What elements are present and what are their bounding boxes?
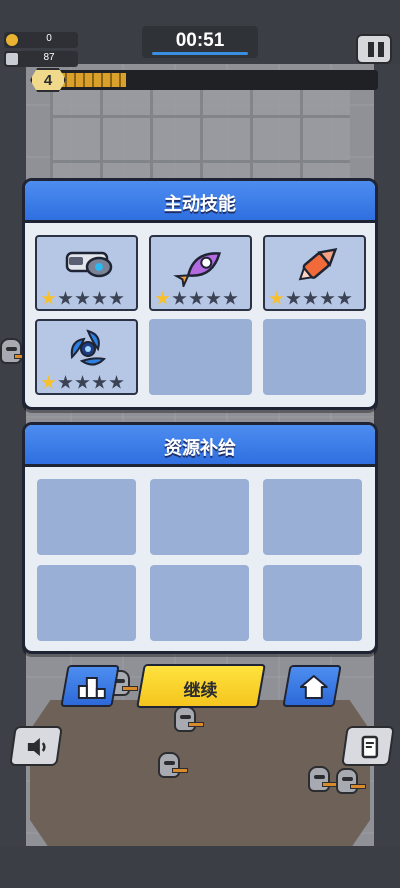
drone-gun-icon [37, 243, 136, 287]
star-filled-icon [41, 375, 56, 389]
star-filled-icon [41, 291, 56, 305]
sound-toggle-button[interactable] [9, 726, 63, 766]
speaker-icon [27, 738, 46, 756]
enemy-sprite [174, 706, 204, 732]
star-empty-icon [75, 375, 90, 389]
xp-bar-fill [58, 73, 126, 87]
bottom-band [0, 846, 400, 888]
home-icon [299, 675, 328, 699]
skill-slot[interactable] [263, 235, 366, 311]
empty-supply-slot [150, 479, 249, 555]
home-button[interactable] [282, 665, 342, 707]
star-empty-icon [223, 291, 238, 305]
coin-icon [4, 32, 20, 48]
star-filled-icon [155, 291, 170, 305]
star-empty-icon [303, 291, 318, 305]
coin-count: 0 [46, 33, 52, 44]
star-empty-icon [189, 291, 204, 305]
drill-bullet-icon [265, 243, 364, 287]
active-skills-panel: 主动技能 [22, 178, 378, 410]
star-empty-icon [92, 375, 107, 389]
panel-title: 主动技能 [164, 194, 236, 215]
xp-bar [40, 70, 378, 90]
continue-label: 继续 [183, 681, 218, 701]
scroll-icon [361, 735, 379, 759]
star-rating [269, 291, 354, 306]
star-empty-icon [337, 291, 352, 305]
pause-button[interactable] [356, 34, 392, 64]
empty-skill-slot [149, 319, 252, 395]
empty-supply-slot [37, 479, 136, 555]
star-empty-icon [206, 291, 221, 305]
star-empty-icon [286, 291, 301, 305]
gem-counter: 87 [4, 51, 78, 67]
empty-skill-slot [263, 319, 366, 395]
game-timer: 00:51 [175, 30, 225, 51]
star-empty-icon [75, 291, 90, 305]
enemy-sprite [336, 768, 366, 794]
star-empty-icon [109, 375, 124, 389]
skill-slot[interactable] [35, 235, 138, 311]
star-filled-icon [269, 291, 284, 305]
continue-button[interactable]: 继续 [136, 664, 266, 708]
podium-icon [77, 677, 106, 699]
empty-supply-slot [37, 565, 136, 641]
quest-button[interactable] [341, 726, 395, 766]
gem-count: 87 [43, 52, 55, 63]
enemy-sprite [158, 752, 188, 778]
timer-box: 00:51 [142, 26, 258, 58]
level-number: 4 [43, 72, 53, 89]
enemy-sprite [0, 338, 30, 364]
ranking-button[interactable] [60, 665, 120, 707]
star-empty-icon [58, 375, 73, 389]
star-empty-icon [172, 291, 187, 305]
panel-header: 资源补给 [25, 425, 375, 467]
empty-supply-slot [150, 565, 249, 641]
star-empty-icon [92, 291, 107, 305]
panel-header: 主动技能 [25, 181, 375, 223]
empty-supply-slot [263, 565, 362, 641]
skill-slot[interactable] [149, 235, 252, 311]
panel-title: 资源补给 [164, 438, 236, 459]
coin-counter: 0 [4, 32, 78, 48]
rocket-icon [151, 243, 250, 290]
resource-supply-panel: 资源补给 [22, 422, 378, 654]
star-rating [41, 291, 126, 306]
star-empty-icon [320, 291, 335, 305]
spinner-blade-icon [37, 327, 136, 371]
gem-icon [4, 51, 20, 67]
star-rating [41, 375, 126, 390]
skill-slot[interactable] [35, 319, 138, 395]
star-rating [155, 291, 240, 306]
level-badge: 4 [30, 68, 66, 92]
star-empty-icon [109, 291, 124, 305]
star-empty-icon [58, 291, 73, 305]
empty-supply-slot [263, 479, 362, 555]
enemy-sprite [308, 766, 338, 792]
